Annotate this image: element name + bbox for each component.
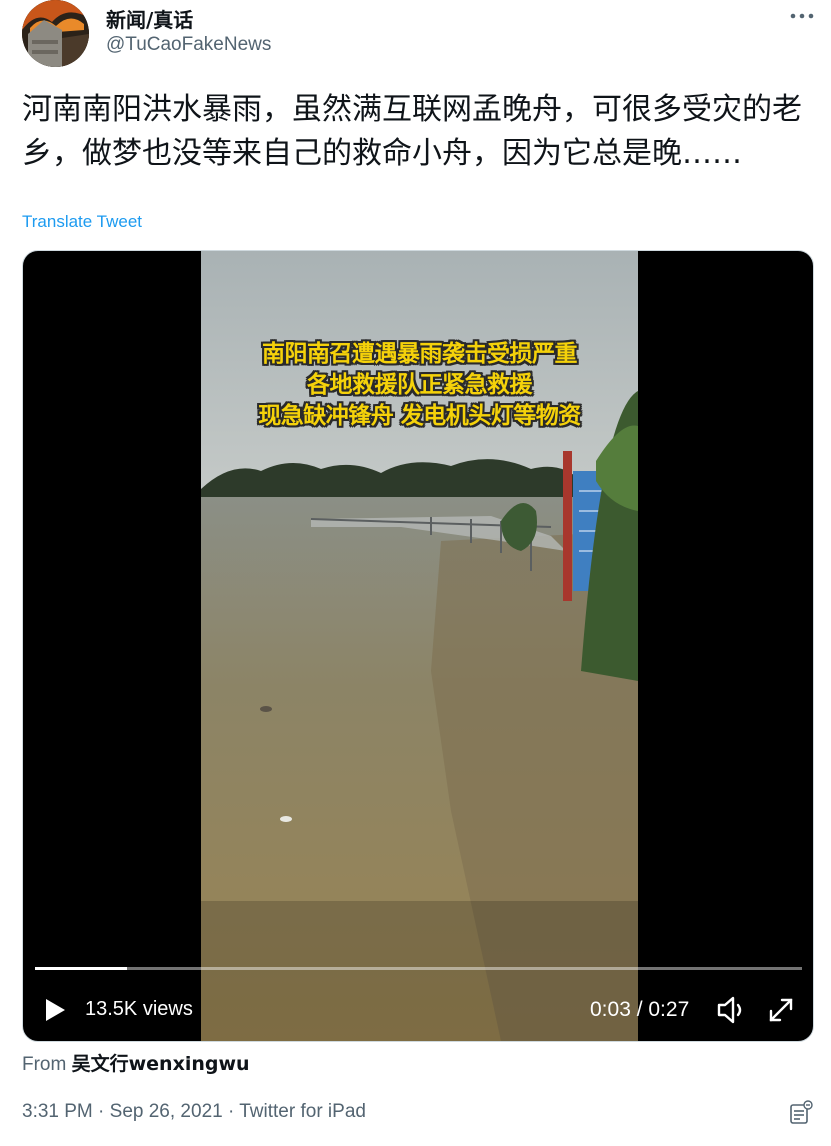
view-count: 13.5K views xyxy=(85,998,193,1020)
author-display-name[interactable]: 新闻/真话 xyxy=(106,4,193,33)
video-frame[interactable]: 南阳南召遭遇暴雨袭击受损严重 各地救援队正紧急救援 现急缺冲锋舟 发电机头灯等物… xyxy=(201,251,638,1041)
video-caption-line: 各地救援队正紧急救援 xyxy=(307,372,533,398)
tweet-meta: 3:31 PM · Sep 26, 2021 · Twitter for iPa… xyxy=(22,1101,366,1123)
meta-separator: · xyxy=(222,1101,240,1122)
tweet-time[interactable]: 3:31 PM xyxy=(22,1101,93,1122)
source-user-link[interactable]: 吴文行wenxingwu xyxy=(72,1053,250,1075)
fullscreen-icon[interactable] xyxy=(767,996,795,1024)
tweet-text: 河南南阳洪水暴雨，虽然满互联网孟晚舟，可很多受灾的老乡，做梦也没等来自己的救命小… xyxy=(22,92,802,171)
video-caption-line: 现急缺冲锋舟 发电机头灯等物资 xyxy=(258,403,581,429)
video-progress-bar[interactable] xyxy=(35,967,802,970)
author-handle[interactable]: @TuCaoFakeNews xyxy=(106,34,271,56)
video-progress-fill xyxy=(35,967,128,970)
translate-tweet-link[interactable]: Translate Tweet xyxy=(22,212,142,232)
meta-separator: · xyxy=(92,1101,110,1122)
play-icon[interactable] xyxy=(41,996,69,1024)
more-icon[interactable] xyxy=(787,4,817,28)
from-label: From xyxy=(22,1054,67,1075)
volume-icon[interactable] xyxy=(716,995,748,1025)
video-player[interactable]: 南阳南召遭遇暴雨袭击受损严重 各地救援队正紧急救援 现急缺冲锋舟 发电机头灯等物… xyxy=(22,250,814,1042)
video-source: From 吴文行wenxingwu xyxy=(22,1049,250,1076)
tweet-date[interactable]: Sep 26, 2021 xyxy=(110,1101,223,1122)
video-time: 0:03 / 0:27 xyxy=(590,998,690,1021)
video-caption-line: 南阳南召遭遇暴雨袭击受损严重 xyxy=(262,341,578,367)
analytics-icon[interactable] xyxy=(788,1100,814,1126)
tweet-client[interactable]: Twitter for iPad xyxy=(239,1101,366,1122)
video-caption: 南阳南召遭遇暴雨袭击受损严重 各地救援队正紧急救援 现急缺冲锋舟 发电机头灯等物… xyxy=(201,339,638,432)
avatar[interactable] xyxy=(22,0,89,67)
